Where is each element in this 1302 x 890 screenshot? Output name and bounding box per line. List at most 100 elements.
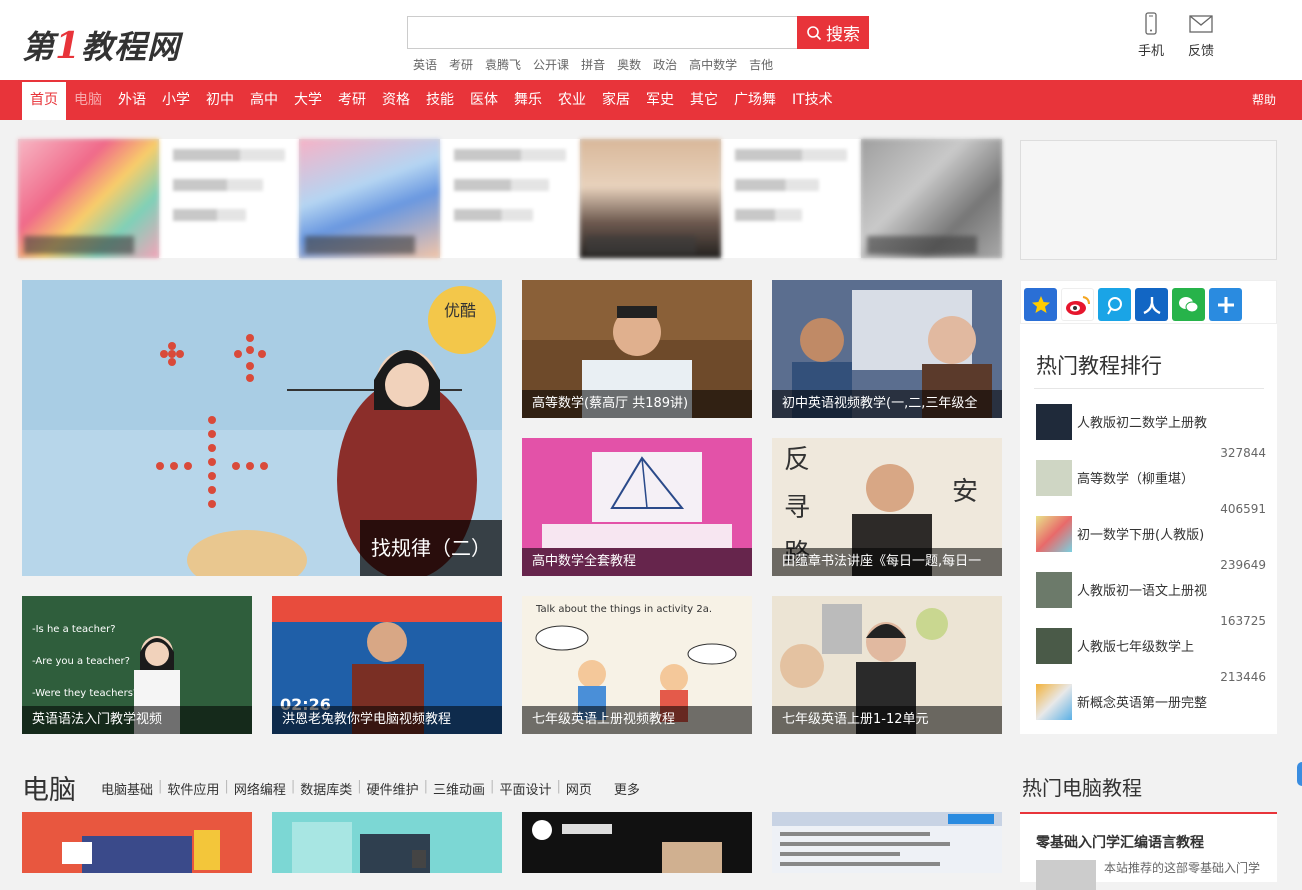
hot-computer-headline[interactable]: 零基础入门学汇编语言教程 <box>1036 832 1204 852</box>
rank-item-title[interactable]: 人教版初一语文上册视 <box>1077 580 1207 599</box>
svg-text:反: 反 <box>784 445 810 475</box>
video-card[interactable]: 高等数学(蔡高厅 共189讲) <box>522 280 752 418</box>
tencent-weibo-icon[interactable] <box>1098 288 1131 321</box>
nav-item-university[interactable]: 大学 <box>286 80 330 120</box>
hotword-link[interactable]: 袁腾飞 <box>485 56 521 73</box>
hotword-link[interactable]: 政治 <box>653 56 677 73</box>
hot-computer-thumbnail[interactable] <box>1036 860 1096 890</box>
hot-computer-title: 热门电脑教程 <box>1022 772 1142 801</box>
hotword-link[interactable]: 公开课 <box>533 56 569 73</box>
nav-item-home-living[interactable]: 家居 <box>594 80 638 120</box>
featured-video-main[interactable]: 优酷 找规律（二） <box>22 280 502 576</box>
rank-item[interactable]: 初一数学下册(人教版) 239649 <box>1036 516 1266 572</box>
nav-item-skills[interactable]: 技能 <box>418 80 462 120</box>
banner-thumbnail[interactable] <box>299 139 440 258</box>
nav-item-postgrad[interactable]: 考研 <box>330 80 374 120</box>
logo-text-pre: 第 <box>22 28 55 66</box>
share-bar <box>1020 280 1277 324</box>
subcat-link[interactable]: 网页 <box>566 779 592 798</box>
rank-item[interactable]: 高等数学（柳重堪） 406591 <box>1036 460 1266 516</box>
subcat-link[interactable]: 网络编程 <box>234 779 286 798</box>
video-card-title: 初中英语视频教学(一,二,三年级全 <box>772 390 1002 418</box>
computer-video-card[interactable] <box>772 812 1002 873</box>
nav-item-home[interactable]: 首页 <box>22 82 66 120</box>
video-card[interactable]: 反寻路安 田蕴章书法讲座《每日一题,每日一 <box>772 438 1002 576</box>
promo-banner[interactable] <box>18 139 1002 258</box>
site-header: 第1教程网 搜索 英语 考研 袁腾飞 公开课 拼音 奥数 政治 高中数学 吉他 … <box>0 0 1302 80</box>
computer-video-card[interactable] <box>22 812 252 873</box>
hotword-link[interactable]: 英语 <box>413 56 437 73</box>
rank-item-title[interactable]: 高等数学（柳重堪） <box>1077 468 1194 487</box>
video-card[interactable]: 七年级英语上册1-12单元 <box>772 596 1002 734</box>
rank-item[interactable]: 新概念英语第一册完整 <box>1036 684 1266 740</box>
search-input[interactable] <box>407 16 797 49</box>
popular-rank-panel: 热门教程排行 人教版初二数学上册教 327844 高等数学（柳重堪） 40659… <box>1020 324 1277 734</box>
nav-item-computer[interactable]: 电脑 <box>66 80 110 120</box>
side-ad-slot[interactable] <box>1020 140 1277 260</box>
nav-item-primary[interactable]: 小学 <box>154 80 198 120</box>
video-card-title: 英语语法入门教学视频 <box>22 706 252 734</box>
rank-item-count: 239649 <box>1220 558 1266 572</box>
video-card[interactable]: 初中英语视频教学(一,二,三年级全 <box>772 280 1002 418</box>
nav-item-senior[interactable]: 高中 <box>242 80 286 120</box>
subcat-link[interactable]: 软件应用 <box>167 779 219 798</box>
computer-video-card[interactable] <box>522 812 752 873</box>
rank-item[interactable]: 人教版初一语文上册视 163725 <box>1036 572 1266 628</box>
rank-item-title[interactable]: 人教版七年级数学上 <box>1077 636 1194 655</box>
nav-item-qualification[interactable]: 资格 <box>374 80 418 120</box>
svg-text:Talk about the things in activ: Talk about the things in activity 2a. <box>535 604 712 615</box>
hotword-link[interactable]: 吉他 <box>749 56 773 73</box>
section-title-computer[interactable]: 电脑 <box>22 768 76 807</box>
hotword-link[interactable]: 奥数 <box>617 56 641 73</box>
logo-text-post: 教程网 <box>81 28 180 66</box>
renren-icon[interactable] <box>1135 288 1168 321</box>
subcat-link[interactable]: 数据库类 <box>300 779 352 798</box>
nav-item-junior[interactable]: 初中 <box>198 80 242 120</box>
mobile-link[interactable]: 手机 <box>1138 12 1164 59</box>
more-link[interactable]: 更多 <box>614 779 640 798</box>
floating-scroll-button[interactable] <box>1297 762 1302 786</box>
video-card-title: 洪恩老兔教你学电脑视频教程 <box>272 706 502 734</box>
wechat-icon[interactable] <box>1172 288 1205 321</box>
subcat-link[interactable]: 硬件维护 <box>367 779 419 798</box>
search-button[interactable]: 搜索 <box>797 16 869 49</box>
video-card[interactable]: 02:26 洪恩老兔教你学电脑视频教程 <box>272 596 502 734</box>
nav-item-military-history[interactable]: 军史 <box>638 80 682 120</box>
nav-item-languages[interactable]: 外语 <box>110 80 154 120</box>
search-button-label: 搜索 <box>826 20 860 45</box>
more-share-icon[interactable] <box>1209 288 1242 321</box>
qzone-icon[interactable] <box>1024 288 1057 321</box>
nav-item-it-tech[interactable]: IT技术 <box>784 80 841 120</box>
feedback-link[interactable]: 反馈 <box>1188 12 1214 59</box>
video-card[interactable]: 高中数学全套教程 <box>522 438 752 576</box>
banner-thumbnail[interactable] <box>861 139 1002 258</box>
subcat-link[interactable]: 平面设计 <box>499 779 551 798</box>
weibo-icon[interactable] <box>1061 288 1094 321</box>
help-link[interactable]: 帮助 <box>1252 80 1276 120</box>
rank-item[interactable]: 人教版七年级数学上 213446 <box>1036 628 1266 684</box>
video-card[interactable]: -Is he a teacher?-Are you a teacher?-Wer… <box>22 596 252 734</box>
video-card[interactable]: Talk about the things in activity 2a. 七年… <box>522 596 752 734</box>
nav-item-medical-sports[interactable]: 医体 <box>462 80 506 120</box>
nav-item-other[interactable]: 其它 <box>682 80 726 120</box>
subcat-link[interactable]: 电脑基础 <box>101 779 153 798</box>
hotword-link[interactable]: 高中数学 <box>689 56 737 73</box>
computer-video-card[interactable] <box>272 812 502 873</box>
hotword-link[interactable]: 考研 <box>449 56 473 73</box>
rank-item[interactable]: 人教版初二数学上册教 327844 <box>1036 404 1266 460</box>
hotword-link[interactable]: 拼音 <box>581 56 605 73</box>
rank-item-title[interactable]: 新概念英语第一册完整 <box>1077 692 1207 711</box>
video-card-title: 七年级英语上册1-12单元 <box>772 706 1002 734</box>
rank-item-count: 213446 <box>1220 670 1266 684</box>
banner-thumbnail[interactable] <box>18 139 159 258</box>
nav-item-dance-music[interactable]: 舞乐 <box>506 80 550 120</box>
nav-item-agriculture[interactable]: 农业 <box>550 80 594 120</box>
site-logo[interactable]: 第1教程网 <box>22 22 180 68</box>
nav-item-square-dance[interactable]: 广场舞 <box>726 80 784 120</box>
rank-divider <box>1034 388 1264 389</box>
rank-item-title[interactable]: 初一数学下册(人教版) <box>1077 524 1204 543</box>
subcat-link[interactable]: 三维动画 <box>433 779 485 798</box>
rank-item-title[interactable]: 人教版初二数学上册教 <box>1077 412 1207 431</box>
banner-thumbnail[interactable] <box>580 139 721 258</box>
banner-text-block <box>721 139 862 258</box>
